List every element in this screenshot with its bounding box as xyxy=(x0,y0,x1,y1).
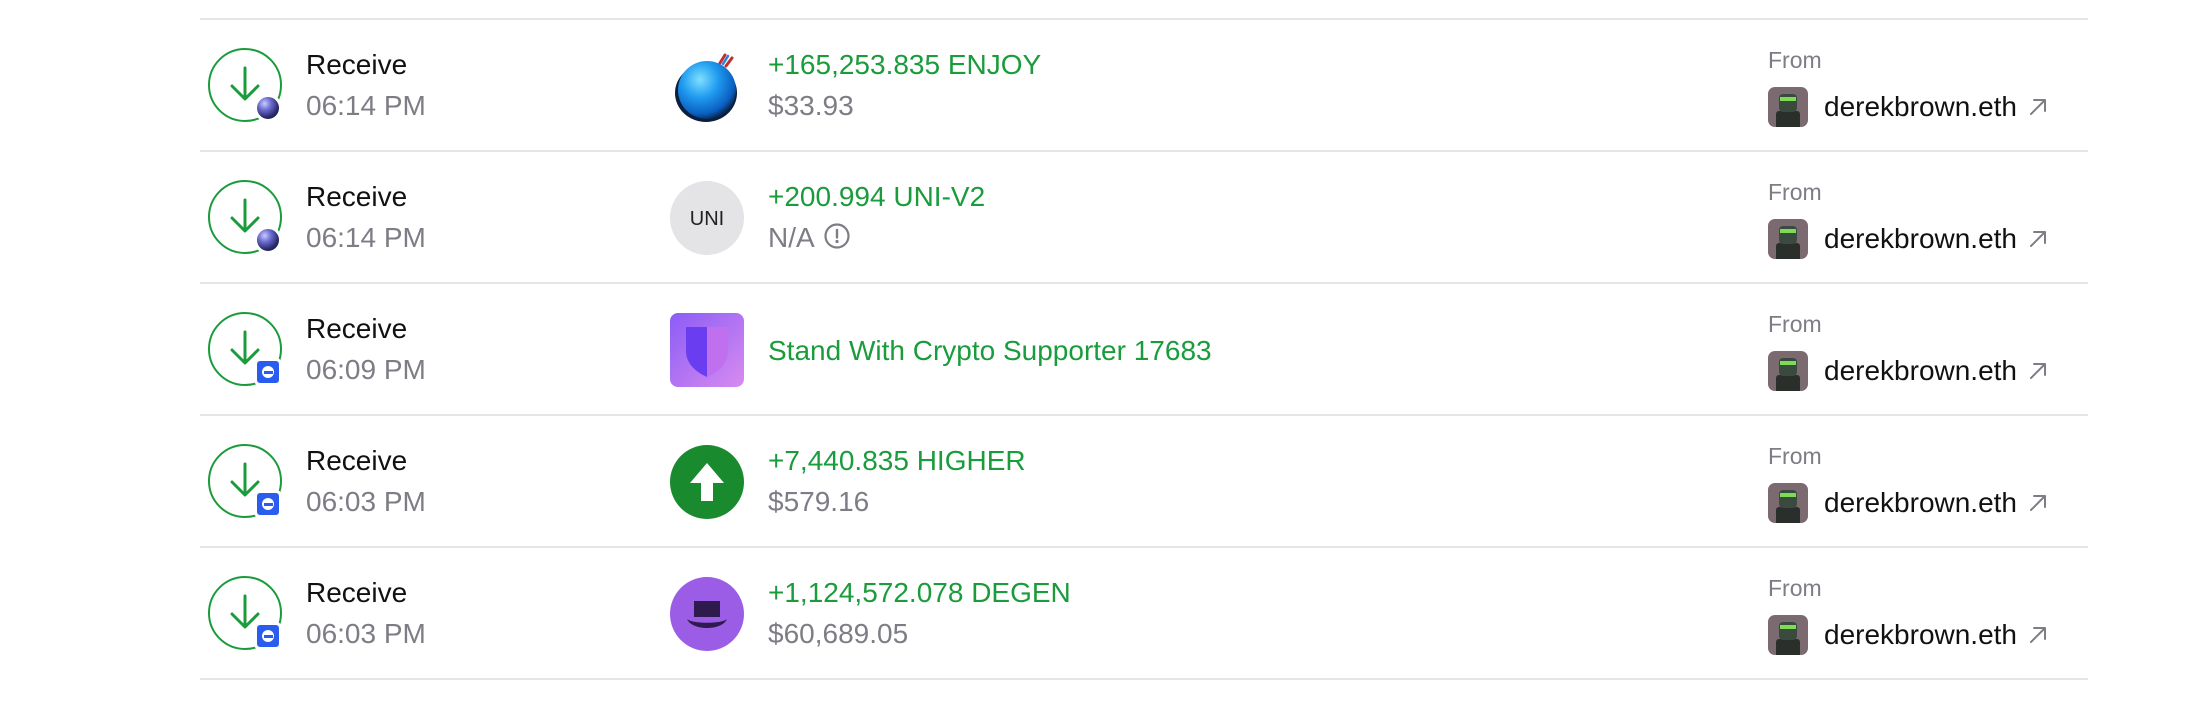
base-chain-icon xyxy=(254,358,282,386)
receive-icon xyxy=(208,180,282,254)
external-link-icon xyxy=(2030,231,2047,247)
transaction-row[interactable]: Receive 06:14 PM UNI +200.994 UNI-V2 N/A… xyxy=(200,152,2088,284)
action-label: Receive xyxy=(306,445,408,476)
transaction-row[interactable]: Receive 06:14 PM +165,253.835 ENJOY $33.… xyxy=(200,20,2088,152)
receive-icon xyxy=(208,312,282,386)
stand-with-crypto-nft-icon xyxy=(670,313,744,387)
action-label: Receive xyxy=(306,313,408,344)
asset-value: $579.16 xyxy=(768,486,870,517)
sender-name: derekbrown.eth xyxy=(1824,223,2018,254)
transaction-time: 06:03 PM xyxy=(306,618,426,649)
transaction-row[interactable]: Receive 06:03 PM +7,440.835 HIGHER $579.… xyxy=(200,416,2088,548)
transaction-row[interactable]: Receive 06:03 PM +1,124,572.078 DEGEN $6… xyxy=(200,548,2088,680)
asset-value: N/A xyxy=(768,222,851,254)
sender-link[interactable]: derekbrown.eth xyxy=(1768,86,2049,128)
external-link-icon xyxy=(2030,363,2047,379)
info-icon[interactable] xyxy=(823,222,851,250)
action-label: Receive xyxy=(306,577,408,608)
avatar xyxy=(1768,351,1808,391)
enjoy-token-icon xyxy=(670,49,744,123)
uni-token-icon: UNI xyxy=(670,181,744,255)
sender-link[interactable]: derekbrown.eth xyxy=(1768,350,2049,392)
asset-amount: +200.994 UNI-V2 xyxy=(768,181,986,212)
asset-amount: +7,440.835 HIGHER xyxy=(768,445,1026,476)
from-label: From xyxy=(1768,47,1822,73)
transaction-time: 06:03 PM xyxy=(306,486,426,517)
sender-link[interactable]: derekbrown.eth xyxy=(1768,614,2049,656)
transaction-time: 06:09 PM xyxy=(306,354,426,385)
sender-name: derekbrown.eth xyxy=(1824,355,2018,386)
from-label: From xyxy=(1768,443,1822,469)
sender-name: derekbrown.eth xyxy=(1824,619,2018,650)
transaction-time: 06:14 PM xyxy=(306,222,426,253)
receive-icon xyxy=(208,48,282,122)
transaction-time: 06:14 PM xyxy=(306,90,426,121)
asset-amount: +165,253.835 ENJOY xyxy=(768,49,1042,80)
asset-value-text: N/A xyxy=(768,222,815,253)
avatar xyxy=(1768,483,1808,523)
base-chain-icon xyxy=(254,490,282,518)
ethereum-chain-icon xyxy=(254,226,282,254)
asset-amount: +1,124,572.078 DEGEN xyxy=(768,577,1071,608)
base-chain-icon xyxy=(254,622,282,650)
from-label: From xyxy=(1768,179,1822,205)
asset-value: $60,689.05 xyxy=(768,618,909,649)
sender-link[interactable]: derekbrown.eth xyxy=(1768,482,2049,524)
external-link-icon xyxy=(2030,627,2047,643)
action-label: Receive xyxy=(306,49,408,80)
receive-icon xyxy=(208,576,282,650)
action-label: Receive xyxy=(306,181,408,212)
avatar xyxy=(1768,219,1808,259)
ethereum-chain-icon xyxy=(254,94,282,122)
avatar xyxy=(1768,615,1808,655)
transaction-list: Receive 06:14 PM +165,253.835 ENJOY $33.… xyxy=(200,18,2088,680)
external-link-icon xyxy=(2030,495,2047,511)
degen-token-icon xyxy=(670,577,744,651)
from-label: From xyxy=(1768,311,1822,337)
avatar xyxy=(1768,87,1808,127)
external-link-icon xyxy=(2030,99,2047,115)
higher-token-icon xyxy=(670,445,744,519)
receive-icon xyxy=(208,444,282,518)
transaction-row[interactable]: Receive 06:09 PM Stand With Crypto Suppo… xyxy=(200,284,2088,416)
from-label: From xyxy=(1768,575,1822,601)
asset-value: $33.93 xyxy=(768,90,854,121)
sender-name: derekbrown.eth xyxy=(1824,487,2018,518)
sender-link[interactable]: derekbrown.eth xyxy=(1768,218,2049,260)
uni-token-label: UNI xyxy=(690,208,724,230)
asset-amount: Stand With Crypto Supporter 17683 xyxy=(768,335,1212,366)
sender-name: derekbrown.eth xyxy=(1824,91,2018,122)
